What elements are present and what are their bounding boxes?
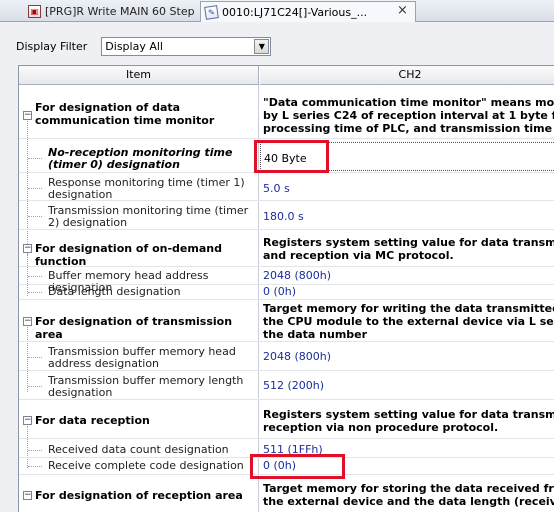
section-title: For designation of data communication ti… (35, 101, 215, 127)
parameter-doc-icon: ✎ (204, 5, 219, 20)
description-line: Target memory for storing the data recei… (263, 482, 554, 495)
chevron-down-icon[interactable]: ▼ (254, 38, 270, 54)
item-value[interactable]: 40 Byte (260, 152, 554, 165)
display-filter-value: Display All (105, 39, 163, 53)
row-separator (19, 229, 554, 230)
parameter-grid: Item CH2 − For designation of data commu… (18, 65, 554, 512)
row-separator (19, 399, 554, 400)
program-icon: ▣ (28, 5, 41, 18)
item-value[interactable]: 511 (1FFh) (260, 444, 554, 456)
item-label: Transmission buffer memory length design… (48, 374, 244, 399)
description-line: the external device and the data length … (263, 495, 554, 508)
row-separator (19, 266, 554, 267)
description-line: the data number (263, 328, 368, 341)
row-separator (19, 172, 554, 173)
item-value[interactable]: 512 (200h) (260, 380, 554, 392)
row-separator (19, 299, 554, 300)
section-description: Registers system setting value for data … (260, 408, 554, 434)
item-value[interactable]: 0 (0h) (260, 460, 554, 472)
description-line: "Data communication time monitor" means … (263, 96, 554, 109)
item-label: Transmission monitoring time (timer 2) d… (48, 204, 249, 229)
section-title: For designation of reception area (35, 489, 243, 502)
section-description: "Data communication time monitor" means … (260, 96, 554, 135)
tab-label: 0010:LJ71C24[]-Various_... (222, 6, 368, 19)
section-title: For designation of on-demand function (35, 242, 222, 268)
item-label: Transmission buffer memory head address … (48, 345, 236, 370)
description-line: Registers system setting value for data … (263, 408, 554, 421)
row-separator (19, 138, 554, 139)
document-tab-strip: ▣ [PRG]R Write MAIN 60 Step ✎ 0010:LJ71C… (0, 0, 554, 23)
description-line: by L series C24 of reception interval at… (263, 109, 554, 122)
tab-parameter-various[interactable]: ✎ 0010:LJ71C24[]-Various_... × (200, 1, 416, 23)
section-description: Registers system setting value for data … (260, 236, 554, 262)
parameter-panel: Display Filter Display All ▼ Item CH2 − … (0, 22, 554, 512)
item-value[interactable]: 2048 (800h) (260, 351, 554, 363)
description-line: reception via non procedure protocol. (263, 421, 499, 434)
item-label: No-reception monitoring time (timer 0) d… (48, 146, 233, 171)
row-separator (19, 370, 554, 371)
section-description: Target memory for storing the data recei… (260, 482, 554, 508)
section-title: For data reception (35, 414, 150, 427)
item-value[interactable]: 0 (0h) (260, 286, 554, 298)
description-line: Target memory for writing the data trans… (263, 302, 554, 315)
description-line: Registers system setting value for data … (263, 236, 554, 249)
row-separator (19, 457, 554, 458)
display-filter-row: Display Filter Display All ▼ (16, 36, 272, 56)
item-value[interactable]: 180.0 s (260, 211, 554, 223)
item-label: Response monitoring time (timer 1) desig… (48, 176, 245, 201)
tab-program-main[interactable]: ▣ [PRG]R Write MAIN 60 Step (28, 1, 194, 22)
item-label: Data length designation (48, 285, 181, 298)
description-line: and reception via MC protocol. (263, 249, 454, 262)
column-header-item[interactable]: Item (19, 66, 259, 85)
column-header-ch2[interactable]: CH2 (260, 66, 554, 85)
tab-label: [PRG]R Write MAIN 60 Step (45, 5, 194, 18)
row-separator (19, 474, 554, 475)
row-separator (19, 341, 554, 342)
display-filter-label: Display Filter (16, 39, 88, 53)
display-filter-select[interactable]: Display All ▼ (101, 36, 272, 56)
row-separator (19, 438, 554, 439)
item-value[interactable]: 5.0 s (260, 183, 554, 195)
item-value[interactable]: 2048 (800h) (260, 270, 554, 282)
item-label: Received data count designation (48, 443, 229, 456)
close-icon[interactable]: × (396, 4, 409, 18)
item-label: Receive complete code designation (48, 459, 244, 472)
row-separator (19, 200, 554, 201)
section-title: For designation of transmission area (35, 315, 233, 341)
section-description: Target memory for writing the data trans… (260, 302, 554, 341)
description-line: the CPU module to the external device vi… (263, 315, 554, 328)
description-line: processing time of PLC, and transmission… (263, 122, 554, 135)
